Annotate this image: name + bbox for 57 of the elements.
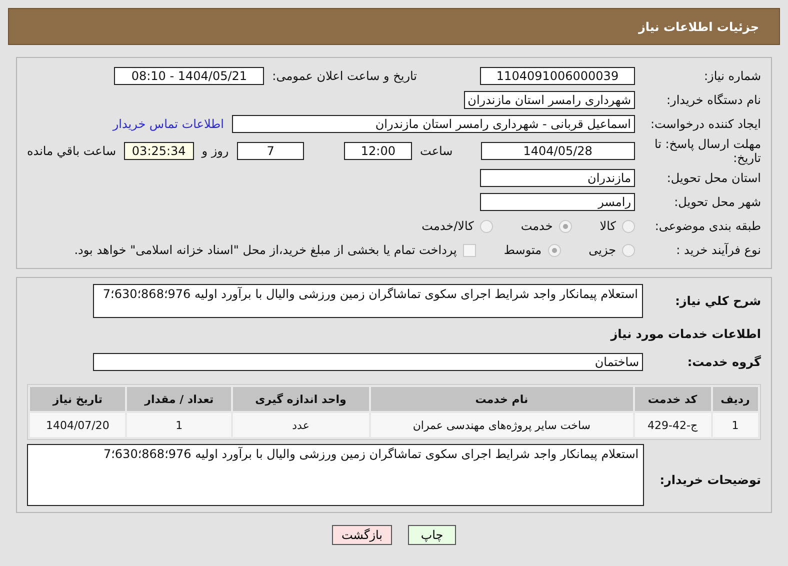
city-field[interactable]: رامسر: [480, 193, 635, 211]
buyer-notes-textarea[interactable]: استعلام پیمانکار واجد شرایط اجرای سکوی تماشاگران زمین ورزشی والیال با برآورد اولیه 976؛868؛630؛7: [27, 444, 644, 506]
buyer-org-field[interactable]: شهرداری رامسر استان مازندران: [464, 91, 635, 109]
radio-label: جزیی: [588, 243, 616, 257]
radio-button[interactable]: [622, 220, 635, 232]
radio-button[interactable]: [480, 220, 493, 232]
deadline-date-field[interactable]: 1404/05/28: [480, 142, 635, 160]
field-label: نام دستگاه خریدار:: [666, 93, 761, 107]
page-title-bar: جزئیات اطلاعات نیاز: [8, 8, 780, 45]
days-field[interactable]: 7: [236, 142, 304, 160]
column-header: تعداد / مقدار: [127, 387, 231, 411]
field-label: استان محل تحویل:: [666, 171, 761, 185]
column-header: تاریخ نیاز: [30, 387, 126, 411]
announce-date-field[interactable]: 1404/05/21 - 08:10: [114, 67, 264, 85]
table-cell: 1404/07/20: [30, 413, 126, 437]
field-label: طبقه بندی موضوعی:: [654, 219, 761, 233]
column-header: کد خدمت: [634, 387, 710, 411]
column-header: نام خدمت: [370, 387, 633, 411]
radio-button[interactable]: [558, 220, 572, 232]
column-header: واحد اندازه گیری: [232, 387, 369, 411]
field-label: توضیحات خریدار:: [658, 473, 761, 487]
radio-label: متوسط: [504, 243, 542, 257]
checkbox-label: پرداخت تمام یا بخشی از مبلغ خرید،از محل "اسناد خزانه اسلامی" خواهد بود.: [74, 243, 457, 257]
table-cell: ج-42-429: [634, 413, 710, 437]
back-button[interactable]: بازگشت: [332, 525, 392, 545]
description-textarea[interactable]: استعلام پیمانکار واجد شرایط اجرای سکوی تماشاگران زمین ورزشی والیال با برآورد اولیه 976؛868؛630؛7: [93, 284, 643, 318]
print-button[interactable]: چاپ: [408, 525, 456, 545]
field-label: نوع فرآیند خرید :: [675, 243, 761, 257]
radio-label: کالا: [600, 219, 616, 233]
field-label: شهر محل تحویل:: [673, 195, 761, 209]
requester-field[interactable]: اسماعیل قربانی - شهرداری رامسر استان مازندران: [232, 115, 635, 133]
table-cell: عدد: [232, 413, 369, 437]
field-label: ساعت: [420, 144, 453, 158]
deadline-time-field[interactable]: 12:00: [344, 142, 412, 160]
table-cell: 1: [712, 413, 758, 437]
contact-link[interactable]: اطلاعات تماس خریدار: [112, 117, 224, 131]
field-label: تاریخ و ساعت اعلان عمومی:: [272, 69, 417, 83]
field-label: مهلت ارسال پاسخ: تا تاریخ:: [653, 137, 761, 165]
table-cell: ساخت سایر پروژه‌های مهندسی عمران: [370, 413, 633, 437]
radio-button[interactable]: [622, 244, 635, 256]
field-label: شماره نیاز:: [703, 69, 761, 83]
field-label: ایجاد کننده درخواست:: [649, 117, 761, 131]
need-number-field[interactable]: 1104091006000039: [480, 67, 635, 85]
field-label: شرح کلي نیاز:: [674, 294, 761, 308]
service-group-field[interactable]: ساختمان: [93, 353, 643, 371]
column-header: ردیف: [712, 387, 758, 411]
section-title: اطلاعات خدمات مورد نیاز: [610, 327, 761, 341]
radio-label: خدمت: [520, 219, 553, 233]
field-label: ساعت باقي مانده: [26, 144, 116, 158]
checkbox[interactable]: [462, 244, 476, 256]
province-field[interactable]: مازندران: [480, 169, 635, 187]
field-label: روز و: [202, 144, 229, 158]
table-cell: 1: [127, 413, 231, 437]
radio-label: کالا/خدمت: [422, 219, 474, 233]
remaining-time-field[interactable]: 03:25:34: [124, 142, 194, 160]
field-label: گروه خدمت:: [686, 355, 761, 369]
radio-button[interactable]: [548, 244, 561, 256]
